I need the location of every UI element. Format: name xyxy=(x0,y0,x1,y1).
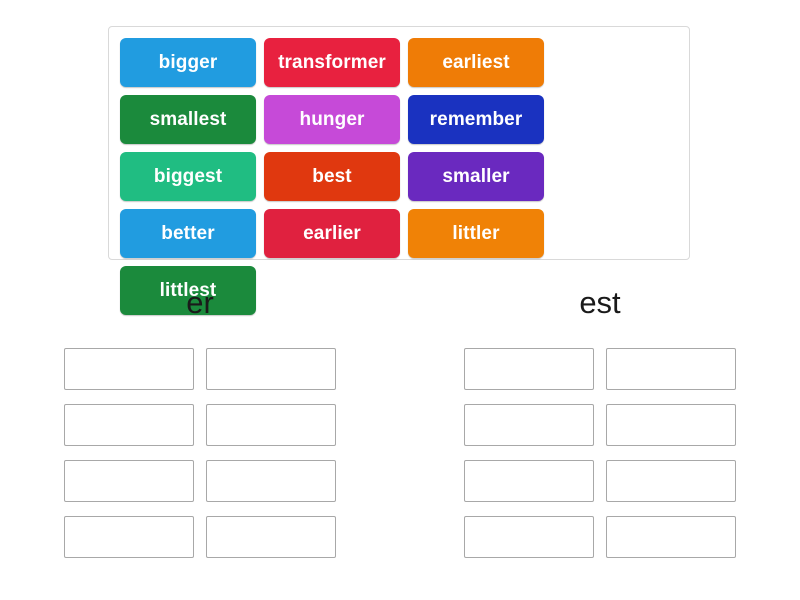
dropzone[interactable] xyxy=(464,516,594,558)
word-tile[interactable]: littler xyxy=(408,209,544,258)
dropzone[interactable] xyxy=(606,404,736,446)
word-bank-panel: bigger transformer earliest smallest hunger r… xyxy=(108,26,690,315)
word-tile[interactable]: bigger xyxy=(120,38,256,87)
dropzone[interactable] xyxy=(64,516,194,558)
word-tile[interactable]: smaller xyxy=(408,152,544,201)
dropzone-grid xyxy=(452,341,748,565)
dropzone[interactable] xyxy=(64,404,194,446)
word-tile[interactable]: transformer xyxy=(264,38,400,87)
dropzone[interactable] xyxy=(464,348,594,390)
dropzone[interactable] xyxy=(206,516,336,558)
dropzone[interactable] xyxy=(606,516,736,558)
dropzone[interactable] xyxy=(606,348,736,390)
sort-column: est xyxy=(400,285,800,565)
word-tile-grid: bigger transformer earliest smallest hunger r… xyxy=(116,34,682,319)
sort-column-heading: er xyxy=(186,284,214,320)
dropzone[interactable] xyxy=(206,460,336,502)
word-tile[interactable]: smallest xyxy=(120,95,256,144)
dropzone[interactable] xyxy=(464,460,594,502)
dropzone[interactable] xyxy=(606,460,736,502)
dropzone[interactable] xyxy=(64,348,194,390)
word-tile[interactable]: hunger xyxy=(264,95,400,144)
word-tile[interactable]: earliest xyxy=(408,38,544,87)
word-tile[interactable]: best xyxy=(264,152,400,201)
dropzone[interactable] xyxy=(64,460,194,502)
word-tile[interactable]: biggest xyxy=(120,152,256,201)
sort-column: er xyxy=(0,285,400,565)
sort-area: er est xyxy=(0,285,800,565)
word-tile[interactable]: remember xyxy=(408,95,544,144)
sort-column-heading: est xyxy=(579,284,621,320)
dropzone-grid xyxy=(52,341,348,565)
dropzone[interactable] xyxy=(206,404,336,446)
word-tile[interactable]: better xyxy=(120,209,256,258)
dropzone[interactable] xyxy=(464,404,594,446)
dropzone[interactable] xyxy=(206,348,336,390)
word-tile[interactable]: earlier xyxy=(264,209,400,258)
